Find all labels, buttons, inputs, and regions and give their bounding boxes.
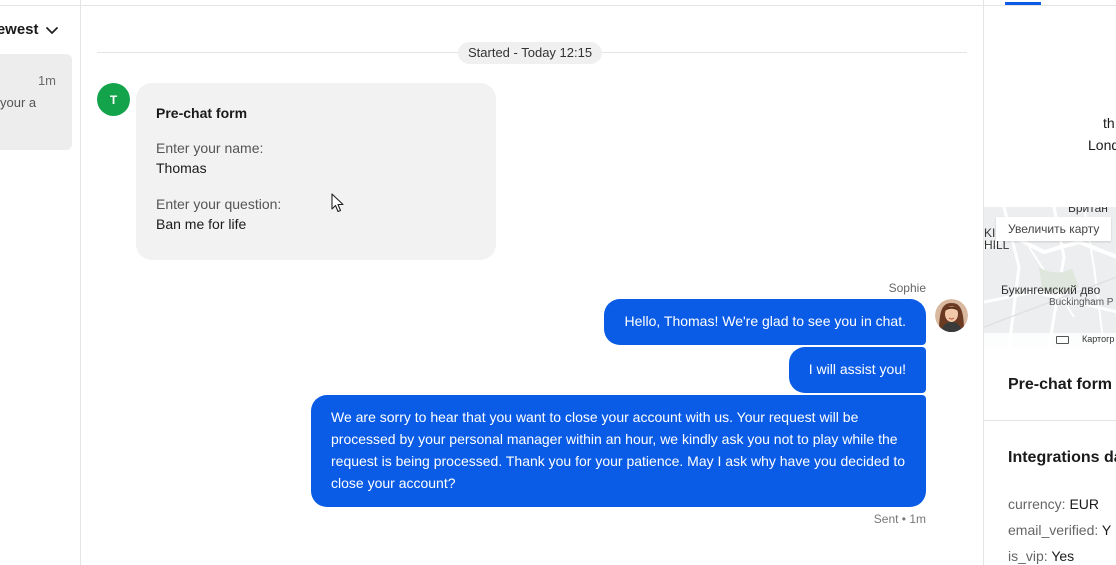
conversation-snippet: your a (0, 95, 37, 110)
map-label: Buckingham P (1049, 297, 1114, 308)
prechat-form-message: Pre-chat form Enter your name: Thomas En… (136, 83, 496, 260)
integration-row: currency: EUR (1008, 496, 1099, 512)
section-heading[interactable]: Integrations da (1008, 449, 1116, 467)
map-footer: Картогр (984, 333, 1116, 347)
agent-message: Hello, Thomas! We're glad to see you in … (604, 299, 926, 345)
integration-key: email_verified: (1008, 522, 1099, 538)
integration-key: is_vip: (1008, 548, 1048, 564)
agent-name: Sophie (888, 281, 926, 295)
location-map[interactable]: Британ KI HILL Увеличить карту Букингемс… (984, 207, 1116, 347)
integration-value: Yes (1051, 548, 1075, 564)
agent-avatar (935, 299, 968, 332)
integration-value: EUR (1069, 496, 1100, 512)
details-panel: th Lond Британ KI HILL Увеличить карту Б… (983, 0, 1116, 565)
map-credit: Картогр (1082, 334, 1115, 344)
prechat-field-value: Thomas (156, 160, 207, 176)
section-heading[interactable]: Pre-chat form (1008, 376, 1112, 394)
chevron-down-icon (45, 26, 58, 34)
integration-key: currency: (1008, 496, 1066, 512)
chat-area: Started - Today 12:15 T Pre-chat form En… (81, 0, 983, 565)
agent-message: We are sorry to hear that you want to cl… (311, 395, 926, 507)
visitor-avatar: T (97, 83, 130, 116)
location-line: Lond (1088, 137, 1116, 153)
prechat-section: Pre-chat form (984, 347, 1116, 421)
integration-row: is_vip: Yes (1008, 548, 1074, 564)
integration-row: email_verified: Y (1008, 522, 1111, 538)
prechat-field-value: Ban me for life (156, 216, 247, 232)
divider (81, 5, 983, 6)
divider (984, 5, 1116, 6)
prechat-field-label: Enter your name: (156, 140, 264, 156)
started-badge: Started - Today 12:15 (458, 42, 603, 64)
keyboard-icon[interactable] (1056, 336, 1069, 344)
conversation-time: 1m (37, 73, 56, 88)
active-tab-indicator (1005, 2, 1041, 5)
divider (0, 5, 80, 6)
map-label: Британ (1068, 207, 1108, 215)
agent-message: I will assist you! (788, 347, 926, 393)
conversation-list-panel: Newest 1m your a (0, 0, 81, 565)
sort-dropdown[interactable]: Newest (0, 21, 59, 38)
sort-label: Newest (0, 21, 39, 38)
integration-value: Y (1101, 522, 1112, 538)
map-label: Букингемский двo (1001, 283, 1101, 297)
conversation-list-item[interactable]: 1m your a (0, 54, 72, 150)
location-line: th (1103, 115, 1115, 131)
mouse-cursor-icon (331, 193, 344, 213)
message-status: Sent • 1m (873, 512, 926, 526)
enlarge-map-button[interactable]: Увеличить карту (996, 217, 1112, 241)
prechat-form-title: Pre-chat form (156, 105, 248, 121)
prechat-field-label: Enter your question: (156, 196, 282, 212)
